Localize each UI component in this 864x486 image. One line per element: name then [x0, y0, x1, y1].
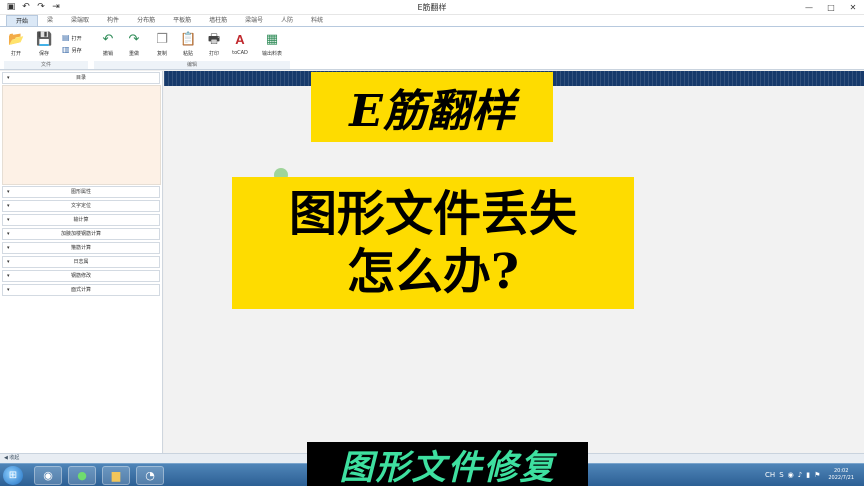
window-title: E筋翻样	[417, 3, 447, 12]
open-small-icon: ▤	[62, 33, 70, 42]
paste-icon: 📋	[180, 32, 197, 47]
panel-section-haunch-calc[interactable]: ▾ 加腋加楼钢筋计算	[2, 228, 160, 240]
save-icon: 💾	[36, 32, 53, 47]
panel-section-calc[interactable]: ▾ 输计算	[2, 214, 160, 226]
app-icon: ◔	[145, 469, 155, 482]
tab-component[interactable]: 构件	[98, 15, 128, 26]
taskbar-app-explorer[interactable]: ▆	[102, 466, 130, 485]
tab-home[interactable]: 开始	[6, 15, 39, 26]
overlay-question-box: 图形文件丢失 怎么办?	[232, 177, 634, 309]
tab-beam[interactable]: 梁	[38, 15, 62, 26]
catalog-header[interactable]: ▾ 目录	[2, 72, 160, 84]
print-button[interactable]: 🖶 打印	[204, 32, 224, 57]
panel-section-rebar-edit[interactable]: ▾ 钢筋修改	[2, 270, 160, 282]
system-tray: CH S ◉ ♪ ▮ ⚑ 20:02 2022/7/21	[765, 464, 864, 486]
collapse-arrow-icon: ▾	[7, 245, 10, 251]
small-open-button[interactable]: ▤ 打开	[62, 34, 82, 42]
overlay-title-box: E筋翻样	[311, 72, 553, 142]
panel-section-log[interactable]: ▾ 日志属	[2, 256, 160, 268]
tab-beam-end[interactable]: 梁端取	[62, 15, 98, 26]
bottom-caption-banner: 图形文件修复	[307, 442, 588, 486]
tab-wall-column-bar[interactable]: 墙柱筋	[200, 15, 236, 26]
copy-button[interactable]: ❐ 复制	[152, 32, 172, 57]
input-language[interactable]: CH	[765, 471, 775, 479]
printer-icon: 🖶	[207, 32, 221, 47]
taskbar-app-ebar[interactable]: ◔	[136, 466, 164, 485]
ribbon: 📂 打开 💾 保存 ▤ 打开 ▥ 另存 文件 ↶ 撤销 ↷ 重做 ❐ 复制 📋 …	[0, 26, 864, 70]
collapse-arrow-icon: ▾	[7, 203, 10, 209]
taskbar-app-browser[interactable]: ◉	[34, 466, 62, 485]
panel-section-stirrup-calc[interactable]: ▾ 箍筋计算	[2, 242, 160, 254]
tab-material-stats[interactable]: 料统	[302, 15, 332, 26]
export-table-icon: ▦	[265, 32, 279, 47]
tab-civil-defense[interactable]: 人防	[272, 15, 302, 26]
catalog-tree[interactable]	[2, 85, 161, 185]
redo-icon: ↷	[128, 32, 140, 47]
close-icon[interactable]: ✕	[842, 0, 864, 14]
tocad-button[interactable]: A toCAD	[230, 32, 250, 56]
open-button[interactable]: 📂 打开	[6, 32, 26, 57]
minimize-icon[interactable]: —	[798, 0, 820, 14]
title-bar: ▣ ↶ ↷ ⇥ E筋翻样 — □ ✕	[0, 0, 864, 15]
taskbar-app-wechat[interactable]: ●	[68, 466, 96, 485]
tab-slab-bar[interactable]: 平板筋	[164, 15, 200, 26]
edit-group: ↶ 撤销 ↷ 重做 ❐ 复制 📋 粘贴 🖶 打印 A toCAD ▦ 输出料表 …	[94, 29, 290, 69]
undo-icon: ↶	[102, 32, 114, 47]
ime-icon[interactable]: S	[779, 471, 783, 479]
panel-section-formula-calc[interactable]: ▾ 面式计算	[2, 284, 160, 296]
volume-icon[interactable]: ♪	[798, 471, 802, 479]
collapse-arrow-icon: ▾	[7, 217, 10, 223]
autocad-icon: A	[235, 32, 245, 47]
tab-distribution-bar[interactable]: 分布筋	[128, 15, 164, 26]
file-group: 📂 打开 💾 保存 ▤ 打开 ▥ 另存 文件	[4, 29, 88, 69]
folder-icon: ▆	[111, 469, 121, 482]
wechat-icon: ●	[77, 469, 87, 482]
tray-app-icon[interactable]: ◉	[788, 471, 794, 479]
tab-beam-number[interactable]: 梁端号	[236, 15, 272, 26]
start-button[interactable]: ⊞	[3, 466, 23, 485]
collapse-arrow-icon: ▾	[7, 287, 10, 293]
collapse-arrow-icon: ▾	[7, 273, 10, 279]
folder-icon: 📂	[8, 32, 25, 47]
clock[interactable]: 20:02 2022/7/21	[824, 468, 858, 482]
collapse-arrow-icon: ▾	[7, 259, 10, 265]
browser-icon: ◉	[43, 469, 53, 482]
collapse-arrow-icon: ▾	[7, 189, 10, 195]
save-button[interactable]: 💾 保存	[34, 32, 54, 57]
redo-button[interactable]: ↷ 重做	[124, 32, 144, 57]
maximize-icon[interactable]: □	[820, 0, 842, 14]
collapse-arrow-icon: ▾	[7, 75, 10, 81]
collapse-arrow-icon: ▾	[7, 231, 10, 237]
export-table-button[interactable]: ▦ 输出料表	[258, 32, 286, 57]
window-controls: — □ ✕	[798, 0, 864, 14]
copy-icon: ❐	[156, 32, 168, 47]
save-as-button[interactable]: ▥ 另存	[62, 46, 82, 54]
save-as-icon: ▥	[62, 45, 70, 54]
undo-button[interactable]: ↶ 撤销	[98, 32, 118, 57]
network-icon[interactable]: ▮	[806, 471, 810, 479]
collapse-panel-button[interactable]: ◀ 收起	[4, 455, 19, 461]
panel-section-text-position[interactable]: ▾ 文字定位	[2, 200, 160, 212]
ribbon-tabs: 开始 梁 梁端取 构件 分布筋 平板筋 墙柱筋 梁端号 人防 料统	[0, 15, 864, 26]
flag-icon[interactable]: ⚑	[814, 471, 820, 479]
paste-button[interactable]: 📋 粘贴	[178, 32, 198, 57]
panel-section-graphic-properties[interactable]: ▾ 图形属性	[2, 186, 160, 198]
